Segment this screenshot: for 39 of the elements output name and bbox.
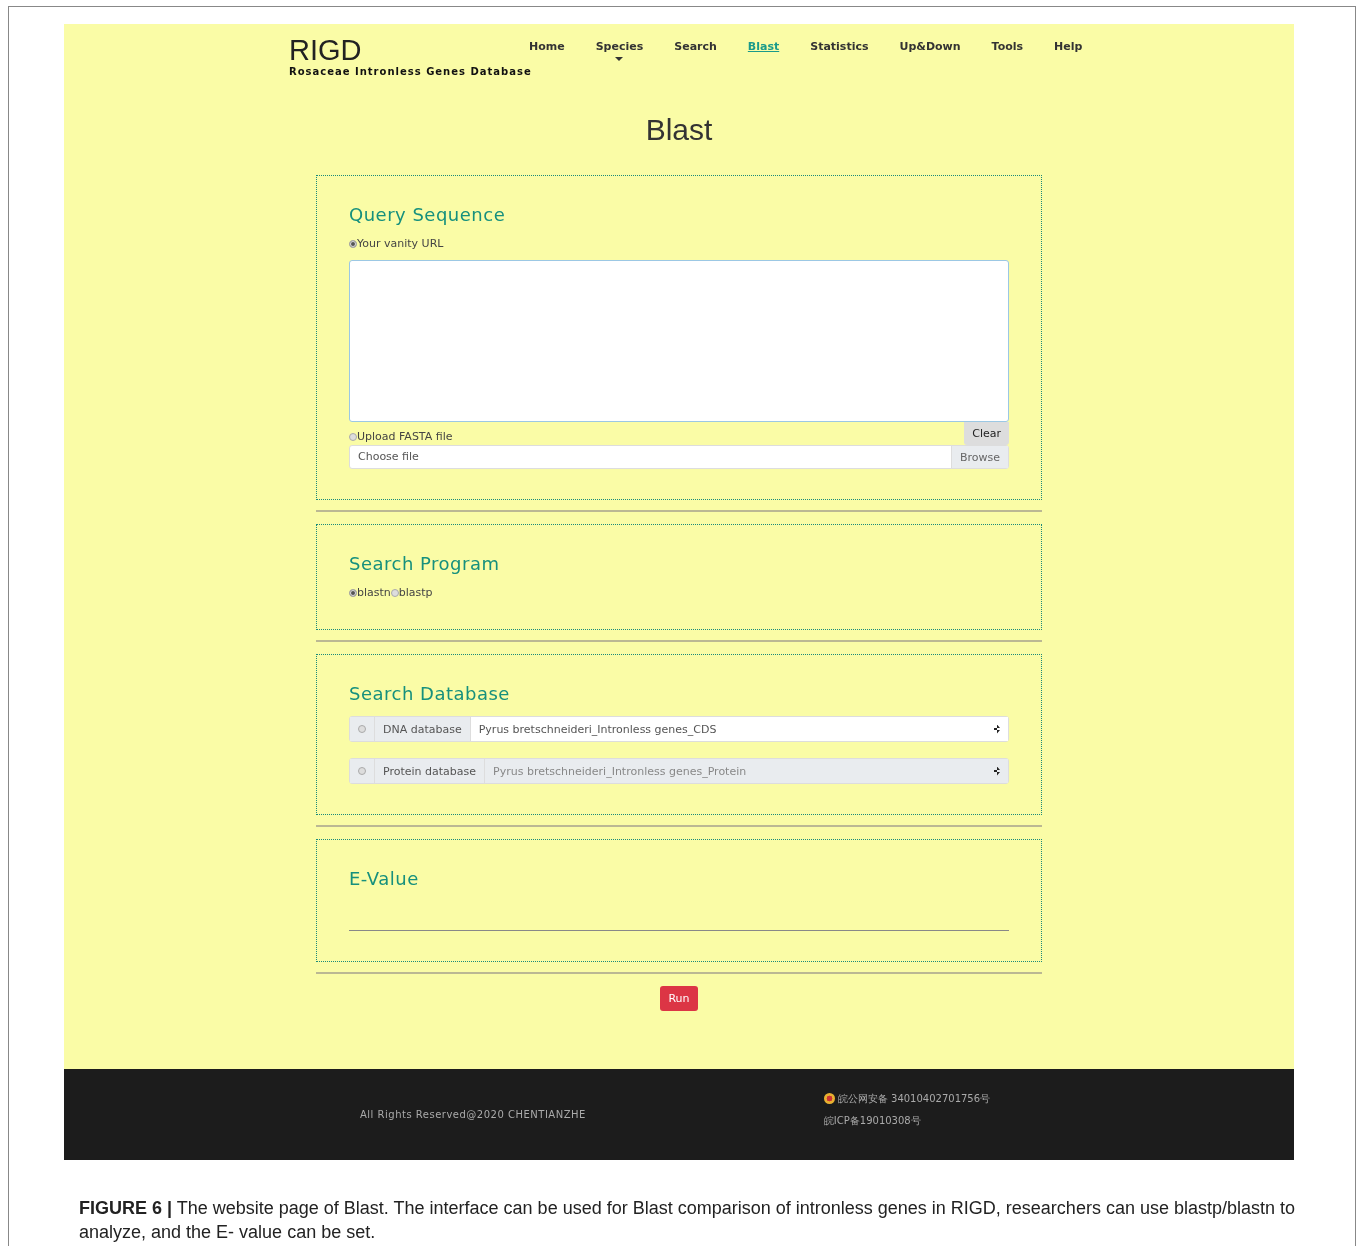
nav-link[interactable]: Species [595, 40, 644, 53]
database-field[interactable]: DNA database Pyrus bretschneideri_Intronless genes_CDS [349, 716, 1009, 742]
option-label: blastn [357, 586, 391, 599]
site-subtitle: Rosaceae Intronless Genes Database [289, 66, 529, 77]
radio-button[interactable] [349, 432, 357, 441]
section-heading: Search Database [349, 683, 511, 704]
radio-button[interactable] [358, 725, 366, 733]
nav-link[interactable]: Home [529, 40, 565, 53]
caret-icon[interactable] [615, 57, 624, 61]
sort-icon [994, 766, 1000, 776]
nav-link[interactable]: Up&Down [899, 40, 961, 53]
option-label: blastp [398, 586, 433, 599]
nav-link[interactable]: Search [674, 40, 717, 53]
nav-link[interactable]: Statistics [810, 40, 869, 53]
database-select: Pyrus bretschneideri_Intronless genes_Protein [485, 759, 1008, 783]
option-label: Upload FASTA file [357, 430, 453, 443]
database-select[interactable]: Pyrus bretschneideri_Intronless genes_CDS [470, 717, 1008, 741]
section-heading: Query Sequence [349, 204, 507, 225]
section-heading: E-Value [349, 868, 420, 889]
file-field[interactable]: Choose file Browse [349, 445, 1009, 469]
radio-button[interactable] [390, 588, 399, 597]
clear-button[interactable]: Clear [964, 422, 1009, 445]
sort-icon [994, 724, 1000, 734]
figure-caption: FIGURE 6 | The website page of Blast. The interface can be used for Blast comparison of intronless genes in RIGD, researchers can use blastp/blastn to analyze, and the E- value can be set. [79, 1197, 1296, 1244]
sequence-input[interactable] [349, 260, 1009, 422]
database-label: DNA database [375, 717, 471, 741]
record-link[interactable]: 皖公网安备 34010402701756号 [837, 1091, 991, 1106]
option-label: Your vanity URL [357, 237, 444, 250]
nav-link[interactable]: Tools [991, 40, 1024, 53]
database-label: Protein database [375, 759, 486, 783]
nav-link[interactable]: Help [1054, 40, 1083, 53]
page-title: Blast [645, 113, 713, 147]
section-heading: Search Program [349, 553, 501, 574]
record-link[interactable]: 皖ICP备19010308号 [823, 1113, 991, 1128]
run-button[interactable]: Run [660, 986, 698, 1011]
browse-button[interactable]: Browse [950, 446, 1008, 468]
site-logo[interactable]: RIGD [289, 34, 529, 66]
emblem-icon [823, 1093, 835, 1104]
copyright-text: All Rights Reserved@2020 CHENTIANZHE [360, 1109, 586, 1120]
